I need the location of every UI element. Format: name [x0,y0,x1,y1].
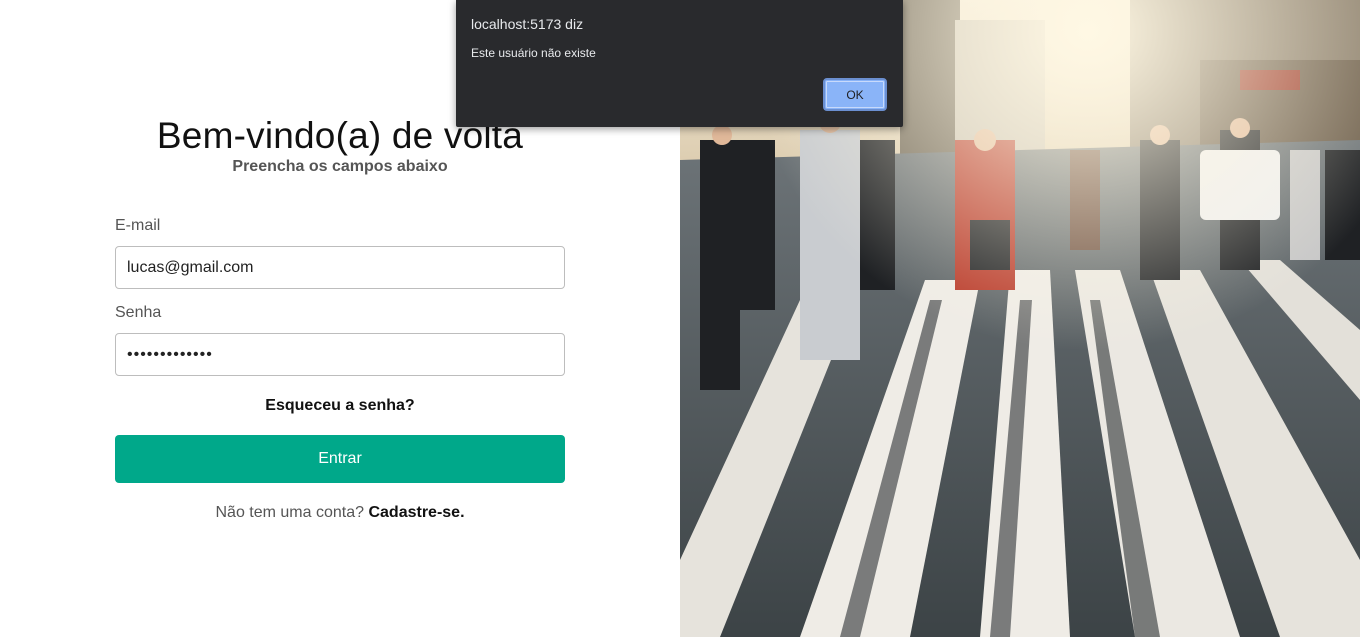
alert-dialog: localhost:5173 diz Este usuário não exis… [456,0,903,127]
alert-message: Este usuário não existe [471,46,596,60]
password-field[interactable] [115,333,565,376]
login-page: Bem-vindo(a) de volta Preencha os campos… [0,0,1360,637]
login-button[interactable]: Entrar [115,435,565,483]
email-field[interactable] [115,246,565,289]
signup-prompt: Não tem uma conta? [215,504,365,521]
alert-origin: localhost:5173 diz [471,16,584,32]
signup-link[interactable]: Cadastre-se. [368,504,464,521]
email-label: E-mail [115,217,161,234]
password-label: Senha [115,304,162,321]
page-subtitle: Preencha os campos abaixo [232,158,448,175]
forgot-password-link[interactable]: Esqueceu a senha? [0,397,680,415]
alert-ok-button[interactable]: OK [823,78,887,111]
signup-row: Não tem uma conta? Cadastre-se. [0,504,680,522]
